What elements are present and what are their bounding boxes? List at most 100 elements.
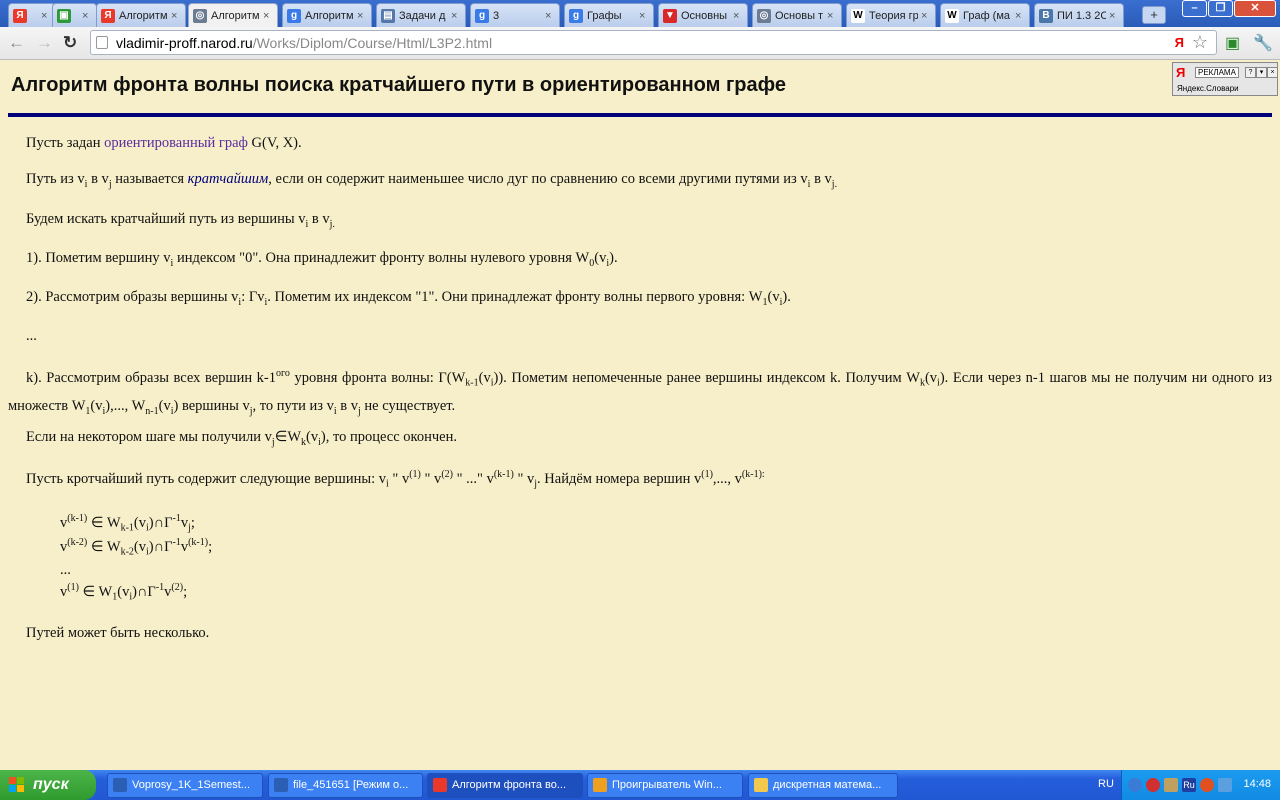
browser-tab[interactable]: ▼ Основны × xyxy=(658,3,748,27)
tab-close-icon[interactable]: × xyxy=(171,10,181,22)
task-app-icon xyxy=(274,778,288,792)
tab-favicon-icon: W xyxy=(851,8,865,23)
forward-button[interactable]: → xyxy=(36,34,53,52)
yandex-badge-icon[interactable]: Я xyxy=(1175,35,1184,50)
browser-tab[interactable]: g Графы × xyxy=(564,3,654,27)
task-app-icon xyxy=(754,778,768,792)
tab-title: Задачи д xyxy=(399,9,446,22)
url-text[interactable]: vladimir-proff.narod.ru/Works/Diplom/Cou… xyxy=(116,35,492,51)
tab-title: Теория гр xyxy=(869,9,918,22)
start-label: пуск xyxy=(33,776,69,793)
tab-close-icon[interactable]: × xyxy=(1109,10,1119,22)
browser-tab[interactable]: ◎ Основы т × xyxy=(752,3,842,27)
tab-favicon-icon: ▤ xyxy=(381,8,395,23)
formula-line-2: v(k-2) ∈ Wk-2(vi)∩Г-1v(k-1); xyxy=(60,537,213,558)
browser-tab[interactable]: Я Алгоритм × xyxy=(96,3,186,27)
back-button[interactable]: ← xyxy=(8,34,25,52)
maximize-button[interactable]: ❐ xyxy=(1208,0,1233,17)
tab-close-icon[interactable]: × xyxy=(827,10,837,22)
system-tray: Ru 14:48 xyxy=(1121,770,1280,800)
taskbar-button[interactable]: Алгоритм фронта во... xyxy=(427,773,583,798)
tab-title: Алгоритм xyxy=(119,9,168,22)
close-icon[interactable]: × xyxy=(1267,67,1278,78)
tab-close-icon[interactable]: × xyxy=(82,10,92,22)
paragraph-end-condition: Если на некотором шаге мы получили vj∈Wk… xyxy=(26,429,457,448)
tab-title: Алгоритм xyxy=(305,9,354,22)
browser-tab[interactable]: ▣ × xyxy=(52,3,97,27)
extension-icon[interactable]: ▣ xyxy=(1225,33,1240,53)
tab-favicon-icon: B xyxy=(1039,8,1053,23)
tab-close-icon[interactable]: × xyxy=(451,10,461,22)
tab-close-icon[interactable]: × xyxy=(545,10,555,22)
paragraph-search: Будем искать кратчайший путь из вершины … xyxy=(26,211,335,230)
yandex-ad-widget[interactable]: Я РЕКЛАМА ? ▾ × Яндекс.Словари xyxy=(1172,62,1278,96)
minimize-button[interactable]: – xyxy=(1182,0,1207,17)
tab-close-icon[interactable]: × xyxy=(733,10,743,22)
tab-close-icon[interactable]: × xyxy=(41,10,51,22)
browser-tab[interactable]: B ПИ 1.3 2С × xyxy=(1034,3,1124,27)
wrench-icon[interactable]: 🔧 xyxy=(1253,33,1273,53)
language-indicator[interactable]: RU xyxy=(1098,778,1114,790)
paragraph-step-2: 2). Рассмотрим образы вершины vi: Гvi. П… xyxy=(26,289,791,308)
browser-tab[interactable]: W Теория гр × xyxy=(846,3,936,27)
address-bar[interactable]: vladimir-proff.narod.ru/Works/Diplom/Cou… xyxy=(90,30,1217,55)
formula-ellipsis: ... xyxy=(60,562,71,578)
tab-favicon-icon: ◎ xyxy=(193,8,207,23)
taskbar-button-label: file_451651 [Режим о... xyxy=(293,779,409,791)
paragraph-shortest-definition: Путь из vi в vj называется кратчайшим, е… xyxy=(26,171,838,190)
volume-icon[interactable] xyxy=(1218,778,1232,792)
taskbar-button-label: Алгоритм фронта во... xyxy=(452,779,567,791)
paragraph-path-vertices: Пусть кротчайший путь содержит следующие… xyxy=(26,469,765,490)
taskbar-button[interactable]: Voprosy_1K_1Semest... xyxy=(107,773,263,798)
browser-tab[interactable]: g 3 × xyxy=(470,3,560,27)
help-icon[interactable]: ? xyxy=(1245,67,1256,78)
tab-close-icon[interactable]: × xyxy=(1015,10,1025,22)
shortest-term-link[interactable]: кратчайшим xyxy=(188,171,269,187)
tab-favicon-icon: W xyxy=(945,8,959,23)
browser-tab[interactable]: ◎ Алгоритм × xyxy=(188,3,278,27)
tab-title: ПИ 1.3 2С xyxy=(1057,9,1106,22)
antivirus-icon[interactable] xyxy=(1200,778,1214,792)
taskbar-button[interactable]: дискретная матема... xyxy=(748,773,898,798)
tab-title: Граф (ма xyxy=(963,9,1011,22)
reload-button[interactable]: ↻ xyxy=(63,34,77,52)
tab-title: Основы т xyxy=(775,9,824,22)
close-window-button[interactable]: ✕ xyxy=(1234,0,1276,17)
tab-favicon-icon: ▼ xyxy=(663,8,677,23)
start-button[interactable]: пуск xyxy=(0,770,96,800)
clock[interactable]: 14:48 xyxy=(1243,778,1271,790)
paragraph-step-1: 1). Пометим вершину vi индексом "0". Она… xyxy=(26,250,618,269)
taskbar-button[interactable]: Проигрыватель Win... xyxy=(587,773,743,798)
browser-tab[interactable]: W Граф (ма × xyxy=(940,3,1030,27)
network-icon[interactable] xyxy=(1164,778,1178,792)
task-app-icon xyxy=(433,778,447,792)
page-title: Алгоритм фронта волны поиска кратчайшего… xyxy=(11,74,787,96)
browser-tab[interactable]: Я × xyxy=(8,3,56,27)
tab-close-icon[interactable]: × xyxy=(639,10,649,22)
taskbar-button[interactable]: file_451651 [Режим о... xyxy=(268,773,423,798)
tray-arrow-icon[interactable] xyxy=(1128,778,1142,792)
paragraph-several-paths: Путей может быть несколько. xyxy=(26,625,210,641)
tab-close-icon[interactable]: × xyxy=(921,10,931,22)
tab-close-icon[interactable]: × xyxy=(357,10,367,22)
taskbar-button-label: дискретная матема... xyxy=(773,779,882,791)
tab-favicon-icon: Я xyxy=(101,8,115,23)
opera-icon[interactable] xyxy=(1146,778,1160,792)
yandex-dictionaries-link[interactable]: Яндекс.Словари xyxy=(1177,84,1239,93)
dropdown-icon[interactable]: ▾ xyxy=(1256,67,1267,78)
tab-strip: Я × ▣ × Я Алгоритм × ◎ Алгоритм × g Алгоритм × ▤ Задач… xyxy=(0,0,1280,27)
browser-tab[interactable]: ▤ Задачи д × xyxy=(376,3,466,27)
oriented-graph-link[interactable]: ориентированный граф xyxy=(104,135,248,151)
paragraph-step-k: k). Рассмотрим образы всех вершин k-1ого… xyxy=(8,368,1272,417)
taskbar: пуск Voprosy_1K_1Semest... file_451651 [Р… xyxy=(0,770,1280,800)
tab-close-icon[interactable]: × xyxy=(263,10,273,22)
bookmark-star-icon[interactable]: ☆ xyxy=(1192,32,1208,53)
windows-logo-icon xyxy=(9,777,24,792)
tab-title: 3 xyxy=(493,9,500,22)
url-host: vladimir-proff.narod.ru xyxy=(116,35,253,51)
formula-line-3: v(1) ∈ W1(vi)∩Г-1v(2); xyxy=(60,582,188,603)
browser-tab[interactable]: g Алгоритм × xyxy=(282,3,372,27)
new-tab-button[interactable]: + xyxy=(1142,6,1166,24)
punto-switcher-icon[interactable]: Ru xyxy=(1182,778,1196,792)
paragraph-graph: Пусть задан ориентированный граф G(V, X)… xyxy=(26,135,302,151)
